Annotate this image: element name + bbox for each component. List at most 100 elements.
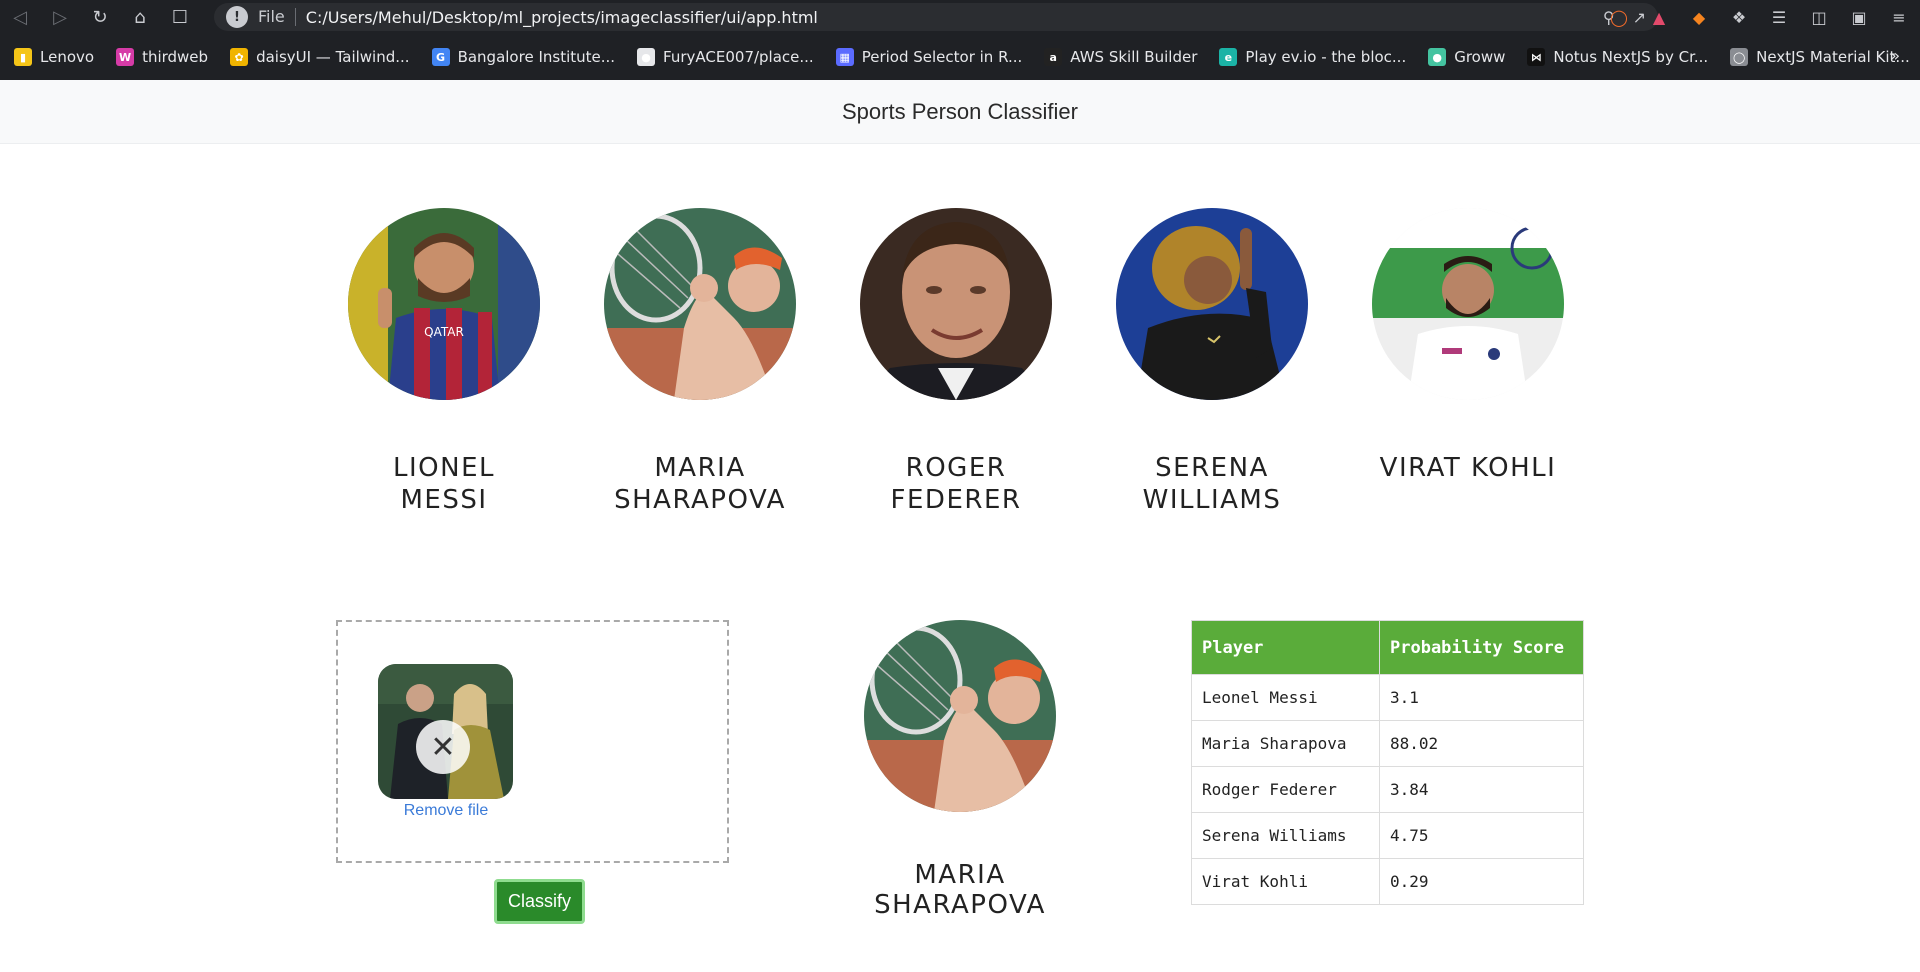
player-photo-kohli <box>1372 208 1564 400</box>
player-cell: Rodger Federer <box>1191 766 1380 813</box>
playlist-icon[interactable]: ☰ <box>1768 6 1790 28</box>
table-header-row: Player Probability Score <box>1191 620 1584 675</box>
player-photo-sharapova <box>604 208 796 400</box>
bookmark-label: daisyUI — Tailwind... <box>256 48 410 66</box>
bowtie-icon: ⋈ <box>1527 48 1546 66</box>
forward-icon[interactable]: ▷ <box>40 0 80 34</box>
url-text[interactable]: C:/Users/Mehul/Desktop/ml_projects/image… <box>306 8 818 27</box>
bookmark-label: thirdweb <box>142 48 209 66</box>
remove-file-link[interactable]: Remove file <box>390 802 502 820</box>
bookmark-label: Lenovo <box>40 48 95 66</box>
result-photo <box>864 620 1056 812</box>
score-cell: 3.1 <box>1379 674 1584 721</box>
extensions-icon[interactable]: ❖ <box>1728 6 1750 28</box>
aws-icon: a <box>1044 48 1063 66</box>
back-icon[interactable]: ◁ <box>0 0 40 34</box>
score-cell: 0.29 <box>1379 858 1584 905</box>
bookmark-item[interactable]: ● Groww <box>1428 48 1505 66</box>
browser-toolbar: ◁ ▷ ↻ ⌂ ☐ ! File C:/Users/Mehul/Desktop/… <box>0 0 1920 34</box>
player-name-line1: LIONEL <box>393 453 495 483</box>
player-name-line2: WILLIAMS <box>1142 485 1282 515</box>
players-row: QATAR LIONEL MESSI MARIA SHARAPOVA ROGER… <box>316 208 1580 518</box>
table-row: Serena Williams 4.75 <box>1191 812 1584 859</box>
page-title: Sports Person Classifier <box>842 98 1078 124</box>
player-name-line1: SERENA <box>1155 453 1269 483</box>
page-header: Sports Person Classifier <box>0 80 1920 144</box>
player-name-line2: MESSI <box>400 485 488 515</box>
column-header-player: Player <box>1191 620 1380 675</box>
bookmark-label: Period Selector in R... <box>861 48 1023 66</box>
score-cell: 88.02 <box>1379 720 1584 767</box>
bookmark-item[interactable]: ◯ NextJS Material Kit... <box>1730 48 1910 66</box>
bookmark-label: NextJS Material Kit... <box>1756 48 1910 66</box>
player-name-line1: ROGER <box>905 453 1007 483</box>
folder-icon: ▮ <box>14 48 32 66</box>
brave-rewards-icon[interactable]: ▲ <box>1648 6 1670 28</box>
info-icon[interactable]: ! <box>226 6 248 28</box>
bookmark-item[interactable]: G Bangalore Institute... <box>431 48 616 66</box>
player-photo-federer <box>860 208 1052 400</box>
player-card-kohli: VIRAT KOHLI <box>1340 208 1596 484</box>
table-row: Leonel Messi 3.1 <box>1191 674 1584 721</box>
score-cell: 3.84 <box>1379 766 1584 813</box>
globe-icon: ◯ <box>1730 48 1749 66</box>
bookmark-label: Play ev.io - the bloc... <box>1245 48 1407 66</box>
github-icon: ● <box>637 48 656 66</box>
brave-shield-icon[interactable]: ◯ <box>1608 6 1630 28</box>
sidebar-icon[interactable]: ◫ <box>1808 6 1830 28</box>
bookmark-label: FuryACE007/place... <box>663 48 814 66</box>
bookmark-item[interactable]: ⋈ Notus NextJS by Cr... <box>1527 48 1708 66</box>
player-card-federer: ROGER FEDERER <box>828 208 1084 516</box>
bookmark-label: Notus NextJS by Cr... <box>1553 48 1709 66</box>
thirdweb-icon: W <box>116 48 135 66</box>
metamask-icon[interactable]: ◆ <box>1688 6 1710 28</box>
table-row: Virat Kohli 0.29 <box>1191 858 1584 905</box>
daisy-icon: ✿ <box>230 48 249 66</box>
player-name-line1: MARIA <box>654 453 746 483</box>
player-name-line1: VIRAT KOHLI <box>1379 453 1557 483</box>
bookmark-label: AWS Skill Builder <box>1070 48 1198 66</box>
table-row: Maria Sharapova 88.02 <box>1191 720 1584 767</box>
menu-icon[interactable]: ≡ <box>1888 6 1910 28</box>
player-name-sharapova: MARIA SHARAPOVA <box>572 452 828 516</box>
bookmarks-bar: ▮ Lenovo Wthirdweb ✿ daisyUI — Tailwind... G B… <box>0 34 1920 80</box>
probability-table: Player Probability Score Leonel Messi 3.… <box>1191 620 1584 905</box>
upload-dropzone[interactable]: ✕ Remove file <box>336 620 729 863</box>
player-cell: Virat Kohli <box>1191 858 1380 905</box>
bookmark-item[interactable]: ● FuryACE007/place... <box>637 48 814 66</box>
home-icon[interactable]: ⌂ <box>120 0 160 34</box>
player-photo-messi: QATAR <box>348 208 540 400</box>
bookmark-item[interactable]: e Play ev.io - the bloc... <box>1219 48 1406 66</box>
bookmark-item[interactable]: ▦ Period Selector in R... <box>835 48 1023 66</box>
player-name-line2: FEDERER <box>890 485 1022 515</box>
reload-icon[interactable]: ↻ <box>80 0 120 34</box>
svg-text:QATAR: QATAR <box>424 325 464 339</box>
more-bookmarks-icon[interactable]: » <box>1890 46 1900 65</box>
bookmark-item[interactable]: Wthirdweb <box>116 48 208 66</box>
groww-icon: ● <box>1428 48 1447 66</box>
bookmark-icon[interactable]: ☐ <box>160 0 200 34</box>
player-cell: Serena Williams <box>1191 812 1380 859</box>
player-name-line2: SHARAPOVA <box>614 485 786 515</box>
bookmark-item[interactable]: a AWS Skill Builder <box>1044 48 1197 66</box>
player-name-messi: LIONEL MESSI <box>316 452 572 516</box>
bookmark-item[interactable]: ▮ Lenovo <box>14 48 94 66</box>
column-header-score: Probability Score <box>1379 620 1584 675</box>
player-name-federer: ROGER FEDERER <box>828 452 1084 516</box>
bookmark-label: Bangalore Institute... <box>457 48 616 66</box>
bookmark-item[interactable]: ✿ daisyUI — Tailwind... <box>230 48 410 66</box>
score-cell: 4.75 <box>1379 812 1584 859</box>
result-name: MARIA SHARAPOVA <box>874 860 1046 920</box>
remove-file-icon[interactable]: ✕ <box>416 720 470 774</box>
wallet-icon[interactable]: ▣ <box>1848 6 1870 28</box>
google-icon: G <box>431 48 450 66</box>
player-name-serena: SERENA WILLIAMS <box>1084 452 1340 516</box>
player-cell: Leonel Messi <box>1191 674 1380 721</box>
player-cell: Maria Sharapova <box>1191 720 1380 767</box>
player-card-sharapova: MARIA SHARAPOVA <box>572 208 828 516</box>
classify-button[interactable]: Classify <box>494 879 585 924</box>
classification-result: MARIA SHARAPOVA <box>824 620 1096 920</box>
player-card-serena: SERENA WILLIAMS <box>1084 208 1340 516</box>
bookmark-label: Groww <box>1454 48 1506 66</box>
address-bar[interactable]: ! File C:/Users/Mehul/Desktop/ml_project… <box>214 3 1658 31</box>
